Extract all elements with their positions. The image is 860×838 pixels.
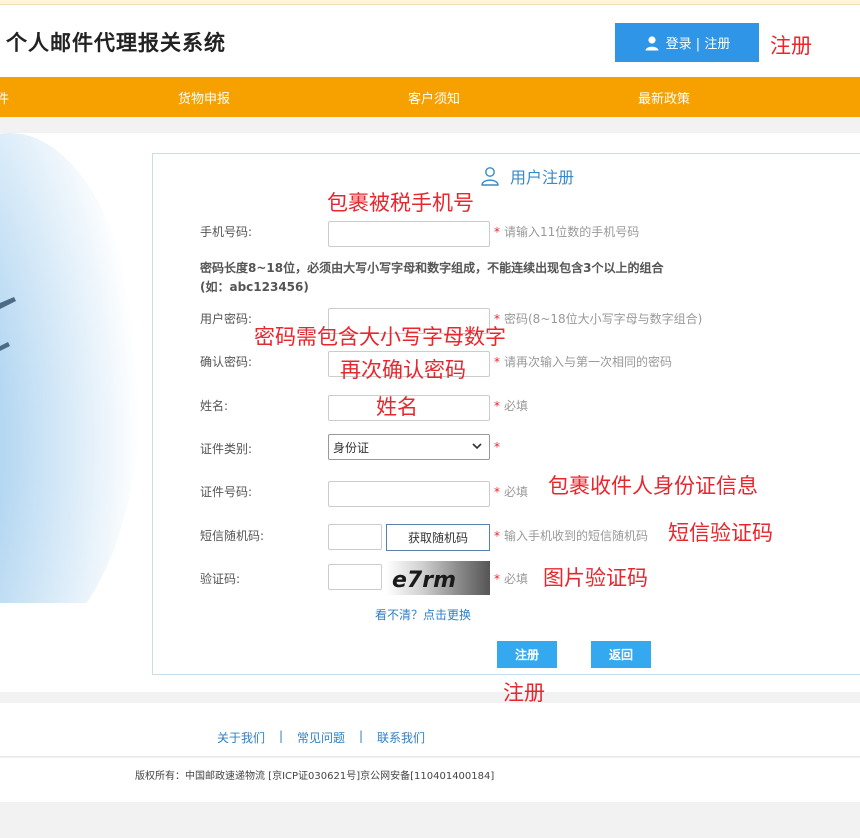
refresh-captcha-link[interactable]: 看不清？点击更换	[375, 606, 471, 623]
id-number-input[interactable]	[328, 481, 490, 507]
footer-link-contact[interactable]: 联系我们	[377, 729, 425, 746]
annotation-password: 密码需包含大小写字母数字	[254, 325, 506, 349]
nav-item-goods-declaration[interactable]: 货物申报	[178, 88, 230, 107]
back-button[interactable]: 返回	[591, 641, 651, 668]
password-rule-line1: 密码长度8~18位，必须由大写小写字母和数字组成，不能连续出现包含3个以上的组合	[200, 261, 664, 275]
nav-item-mail[interactable]: 件	[0, 88, 9, 107]
background-illustration	[0, 133, 140, 643]
password-rule-line2: (如：abc123456)	[200, 280, 309, 294]
phone-hint: * 请输入11位数的手机号码	[494, 225, 640, 239]
name-label: 姓名:	[200, 399, 229, 413]
id-type-select[interactable]: 身份证	[328, 434, 490, 460]
captcha-hint: * 必填	[494, 572, 529, 586]
password-label: 用户密码:	[200, 312, 253, 326]
sms-code-label: 短信随机码:	[200, 529, 265, 543]
id-number-hint: * 必填	[494, 485, 529, 499]
nav-item-latest-policy[interactable]: 最新政策	[638, 88, 690, 107]
user-icon	[645, 35, 659, 50]
captcha-text: e7rm	[392, 568, 456, 593]
confirm-password-label: 确认密码:	[200, 355, 253, 369]
footer-separator: |	[279, 729, 284, 743]
annotation-register-top: 注册	[770, 34, 812, 58]
confirm-password-hint: * 请再次输入与第一次相同的密码	[494, 355, 673, 369]
annotation-phone: 包裹被税手机号	[327, 191, 474, 215]
footer-separator: |	[359, 729, 364, 743]
panel-title-text: 用户注册	[510, 168, 575, 187]
nav-item-customer-notice[interactable]: 客户须知	[408, 88, 460, 107]
annotation-confirm: 再次确认密码	[340, 358, 466, 382]
annotation-captcha: 图片验证码	[543, 566, 648, 590]
header: 个人邮件代理报关系统 登录 | 注册	[0, 5, 860, 77]
annotation-sms: 短信验证码	[668, 521, 773, 545]
chevron-down-icon	[472, 443, 482, 450]
get-sms-code-button[interactable]: 获取随机码	[386, 524, 490, 551]
panel-title: 用户注册	[480, 164, 574, 188]
captcha-image[interactable]: e7rm	[386, 561, 490, 595]
user-outline-icon	[481, 167, 499, 186]
phone-label: 手机号码:	[200, 225, 253, 239]
captcha-label: 验证码:	[200, 572, 241, 586]
sms-code-hint: * 输入手机收到的短信随机码	[494, 529, 649, 543]
name-hint: * 必填	[494, 399, 529, 413]
captcha-input[interactable]	[328, 564, 382, 590]
id-number-label: 证件号码:	[200, 485, 253, 499]
annotation-id: 包裹收件人身份证信息	[548, 474, 758, 498]
id-type-selected: 身份证	[333, 441, 370, 455]
main-nav: 件 货物申报 客户须知 最新政策	[0, 77, 860, 117]
copyright-bar: 版权所有：中国邮政速递物流 [京ICP证030621号]京公网安备[110401…	[0, 758, 860, 802]
footer-link-faq[interactable]: 常见问题	[297, 729, 345, 746]
id-type-required-mark: *	[494, 440, 500, 454]
sms-code-input[interactable]	[328, 524, 382, 550]
copyright-text: 版权所有：中国邮政速递物流 [京ICP证030621号]京公网安备[110401…	[135, 771, 495, 782]
footer-links: 关于我们 | 常见问题 | 联系我们	[0, 703, 860, 757]
footer-link-about[interactable]: 关于我们	[217, 729, 265, 746]
annotation-name: 姓名	[376, 395, 418, 419]
register-submit-button[interactable]: 注册	[497, 641, 557, 668]
login-register-button[interactable]: 登录 | 注册	[615, 23, 759, 62]
phone-input[interactable]	[328, 221, 490, 247]
password-hint: * 密码(8~18位大小写字母与数字组合)	[494, 312, 703, 326]
id-type-label: 证件类别:	[200, 442, 253, 456]
login-register-label: 登录 | 注册	[665, 37, 731, 52]
site-title: 个人邮件代理报关系统	[6, 30, 226, 55]
